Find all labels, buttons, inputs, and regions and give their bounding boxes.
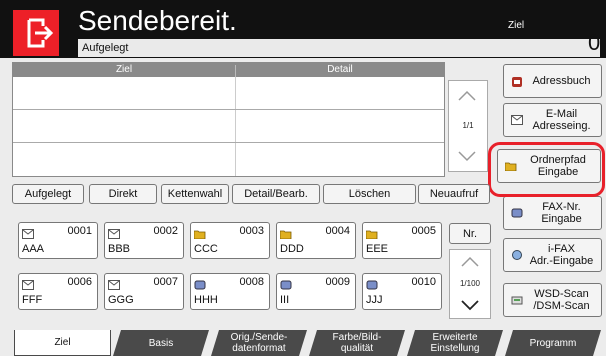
chevron-up-icon[interactable] [457, 87, 477, 105]
email-address-input-button[interactable]: E-Mail Adresseing. [503, 103, 602, 137]
key-name: HHH [194, 294, 218, 306]
one-touch-key[interactable]: 0009 III [276, 273, 356, 310]
email-icon [22, 277, 34, 290]
key-name: AAA [22, 243, 45, 255]
key-name: CCC [194, 243, 218, 255]
ifax-button-label: i-FAX Adr.-Eingabe [529, 243, 594, 267]
one-touch-key[interactable]: 0001 AAA [18, 222, 98, 259]
key-number: 0005 [411, 225, 436, 237]
chevron-down-icon[interactable] [457, 147, 477, 165]
one-touch-key[interactable]: 0008 HHH [190, 273, 270, 310]
one-touch-key[interactable]: 0010 JJJ [362, 273, 442, 310]
row-divider [13, 142, 444, 143]
tab-bar: Ziel Basis Orig./Sende- datenformat Farb… [12, 330, 606, 356]
key-name: EEE [366, 243, 389, 255]
key-number: 0001 [67, 225, 92, 237]
one-touch-key[interactable]: 0004 DDD [276, 222, 356, 259]
page-title: Sendebereit. [78, 5, 237, 36]
subtitle-bar [78, 39, 600, 57]
fax-number-input-button[interactable]: FAX-Nr. Eingabe [503, 196, 602, 230]
fax-icon [366, 277, 378, 290]
list-scroller: 1/1 [448, 80, 488, 172]
one-touch-key[interactable]: 0006 FFF [18, 273, 98, 310]
key-number: 0002 [153, 225, 178, 237]
sort-by-number-button[interactable]: Nr. [449, 223, 491, 244]
chevron-up-icon[interactable] [460, 253, 480, 271]
tab-ziel[interactable]: Ziel [14, 330, 111, 356]
addressbook-label: Adressbuch [532, 75, 591, 87]
direkt-button[interactable]: Direkt [89, 184, 157, 204]
key-name: JJJ [366, 294, 383, 306]
tab-advanced[interactable]: Erweiterte Einstellung [407, 330, 503, 356]
column-header-detail: Detail [327, 64, 353, 75]
list-page-indicator: 1/1 [462, 121, 474, 130]
email-icon [108, 226, 120, 239]
key-number: 0007 [153, 276, 178, 288]
key-name: III [280, 294, 290, 306]
email-icon [108, 277, 120, 290]
tab-basis[interactable]: Basis [113, 330, 209, 356]
ifax-address-input-button[interactable]: i-FAX Adr.-Eingabe [503, 238, 602, 272]
one-touch-key[interactable]: 0003 CCC [190, 222, 270, 259]
key-number: 0006 [67, 276, 92, 288]
wsd-scan-icon [511, 295, 523, 305]
fax-icon [280, 277, 292, 290]
row-divider [13, 109, 444, 110]
wsd-dsm-scan-button[interactable]: WSD-Scan /DSM-Scan [503, 283, 602, 317]
key-name: DDD [280, 243, 304, 255]
key-number: 0008 [239, 276, 264, 288]
kettenwahl-button[interactable]: Kettenwahl [161, 184, 229, 204]
fax-icon [194, 277, 206, 290]
key-page-indicator: 1/100 [459, 279, 481, 288]
key-number: 0004 [325, 225, 350, 237]
send-home-icon[interactable] [13, 10, 59, 56]
ziel-label: Ziel [508, 20, 525, 31]
ziel-count: 0 [588, 30, 601, 55]
status-subtitle: Aufgelegt [82, 42, 129, 54]
column-header-ziel: Ziel [115, 64, 133, 75]
wsd-button-label: WSD-Scan /DSM-Scan [533, 288, 590, 312]
fax-button-label: FAX-Nr. Eingabe [541, 201, 582, 225]
tab-original-format[interactable]: Orig./Sende- datenformat [211, 330, 307, 356]
one-touch-key[interactable]: 0007 GGG [104, 273, 184, 310]
fax-icon [511, 208, 523, 218]
folder-icon [193, 226, 206, 240]
send-screen: Sendebereit. Aufgelegt Ziel 0 Ziel Detai… [0, 0, 606, 356]
key-name: BBB [108, 243, 131, 255]
key-name: GGG [108, 294, 134, 306]
column-divider [235, 77, 236, 176]
key-scroller: 1/100 [449, 249, 491, 319]
email-icon [22, 226, 34, 239]
email-icon [511, 115, 523, 125]
aufgelegt-button[interactable]: Aufgelegt [12, 184, 84, 204]
key-number: 0003 [239, 225, 264, 237]
key-number: 0010 [411, 276, 436, 288]
detail-edit-button[interactable]: Detail/Bearb. [232, 184, 320, 204]
destination-list: Ziel Detail [12, 62, 445, 177]
header-divider [235, 65, 236, 77]
addressbook-icon [511, 76, 523, 87]
highlight-ring [488, 142, 605, 197]
tab-programm[interactable]: Programm [505, 330, 601, 356]
one-touch-key[interactable]: 0002 BBB [104, 222, 184, 259]
folder-icon [365, 226, 378, 240]
ifax-icon [511, 250, 523, 260]
addressbook-button[interactable]: Adressbuch [503, 64, 602, 98]
email-button-label: E-Mail Adresseing. [532, 108, 591, 132]
tab-color-quality[interactable]: Farbe/Bild- qualität [309, 330, 405, 356]
loeschen-button[interactable]: Löschen [323, 184, 416, 204]
one-touch-key[interactable]: 0005 EEE [362, 222, 442, 259]
folder-icon [279, 226, 292, 240]
chevron-down-icon[interactable] [460, 296, 480, 314]
key-number: 0009 [325, 276, 350, 288]
neuaufruf-button[interactable]: Neuaufruf [418, 184, 490, 204]
key-name: FFF [22, 294, 43, 306]
